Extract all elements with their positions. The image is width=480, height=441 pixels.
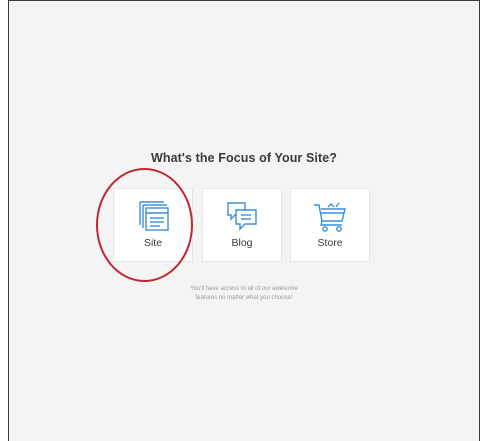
site-option-card[interactable]: Site	[113, 188, 193, 262]
onboarding-frame: What's the Focus of Your Site? Site Blog…	[8, 0, 480, 441]
store-option-label: Store	[317, 237, 343, 249]
features-note-line1: You'll have access to all of our awesome	[190, 286, 298, 292]
features-note: You'll have access to all of our awesome…	[9, 285, 479, 303]
shopping-cart-icon	[314, 202, 346, 232]
blog-option-label: Blog	[231, 237, 253, 249]
blog-chat-icon	[227, 202, 257, 231]
features-note-line2: features no matter what you choose!	[195, 295, 293, 301]
blog-option-card[interactable]: Blog	[202, 188, 282, 262]
focus-heading: What's the Focus of Your Site?	[150, 151, 338, 165]
site-pages-icon	[139, 201, 169, 231]
site-option-label: Site	[143, 237, 163, 249]
store-option-card[interactable]: Store	[290, 188, 370, 262]
